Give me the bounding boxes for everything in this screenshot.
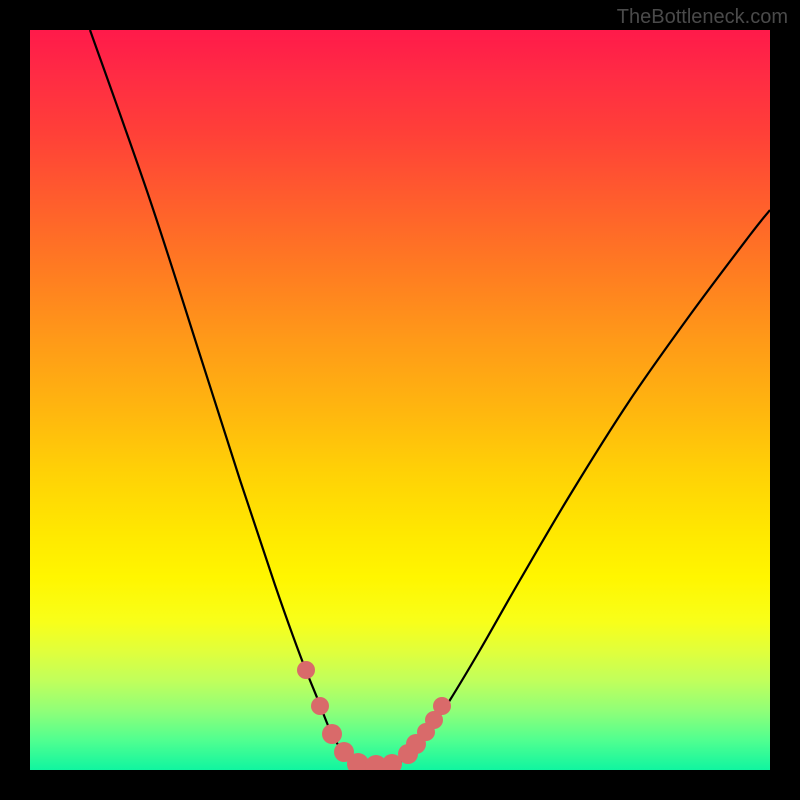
chart-svg <box>30 30 770 770</box>
data-markers <box>297 661 451 770</box>
watermark-text: TheBottleneck.com <box>617 6 788 29</box>
data-marker <box>297 661 315 679</box>
data-marker <box>311 697 329 715</box>
chart-plot-area <box>30 30 770 770</box>
data-marker <box>322 724 342 744</box>
data-marker <box>433 697 451 715</box>
bottleneck-curve-line <box>90 30 770 767</box>
